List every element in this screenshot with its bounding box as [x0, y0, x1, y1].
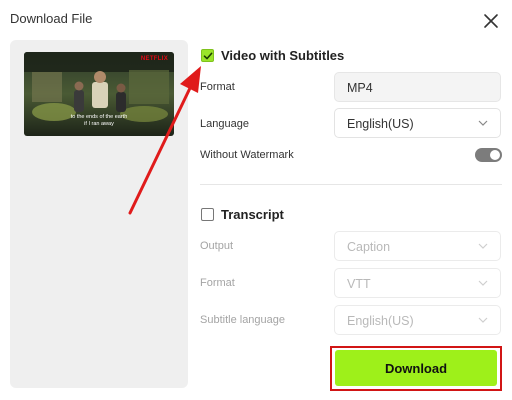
subtitle-caption: to the ends of the earth if I ran away — [70, 114, 128, 127]
chevron-down-icon — [478, 317, 488, 323]
netflix-logo: NETFLIX — [140, 56, 168, 62]
dialog-title: Download File — [10, 11, 93, 26]
video-format-label: Format — [200, 81, 235, 93]
language-value: English(US) — [347, 117, 414, 131]
preview-panel: NETFLIX to the ends of the earth if I ra… — [10, 40, 188, 388]
output-label: Output — [200, 240, 234, 252]
without-watermark-label: Without Watermark — [200, 149, 294, 161]
language-select[interactable]: English(US) — [334, 108, 501, 138]
chevron-down-icon — [478, 280, 488, 286]
output-value: Caption — [347, 240, 391, 254]
transcript-format-label: Format — [200, 277, 235, 289]
chevron-down-icon — [478, 243, 488, 249]
close-icon[interactable] — [482, 12, 500, 30]
language-label: Language — [200, 118, 249, 130]
subtitle-language-select[interactable]: English(US) — [334, 305, 501, 335]
download-file-dialog: Download File NETFLIX to the ends of the… — [0, 0, 512, 400]
without-watermark-toggle[interactable] — [475, 148, 502, 162]
chevron-down-icon — [478, 120, 488, 126]
toggle-knob — [490, 150, 500, 160]
transcript-format-select[interactable]: VTT — [334, 268, 501, 298]
video-with-subtitles-checkbox[interactable] — [201, 49, 214, 62]
transcript-format-value: VTT — [347, 277, 371, 291]
video-with-subtitles-label: Video with Subtitles — [221, 48, 345, 63]
transcript-label: Transcript — [221, 207, 284, 222]
video-thumbnail: NETFLIX to the ends of the earth if I ra… — [24, 52, 174, 136]
video-format-field[interactable]: MP4 — [334, 72, 501, 102]
download-button[interactable]: Download — [335, 350, 497, 386]
section-divider — [200, 184, 502, 185]
subtitle-language-value: English(US) — [347, 314, 414, 328]
output-select[interactable]: Caption — [334, 231, 501, 261]
subtitle-language-label: Subtitle language — [200, 314, 286, 326]
transcript-checkbox[interactable] — [201, 208, 214, 221]
video-format-value: MP4 — [347, 81, 373, 95]
checkmark-icon — [203, 52, 213, 60]
